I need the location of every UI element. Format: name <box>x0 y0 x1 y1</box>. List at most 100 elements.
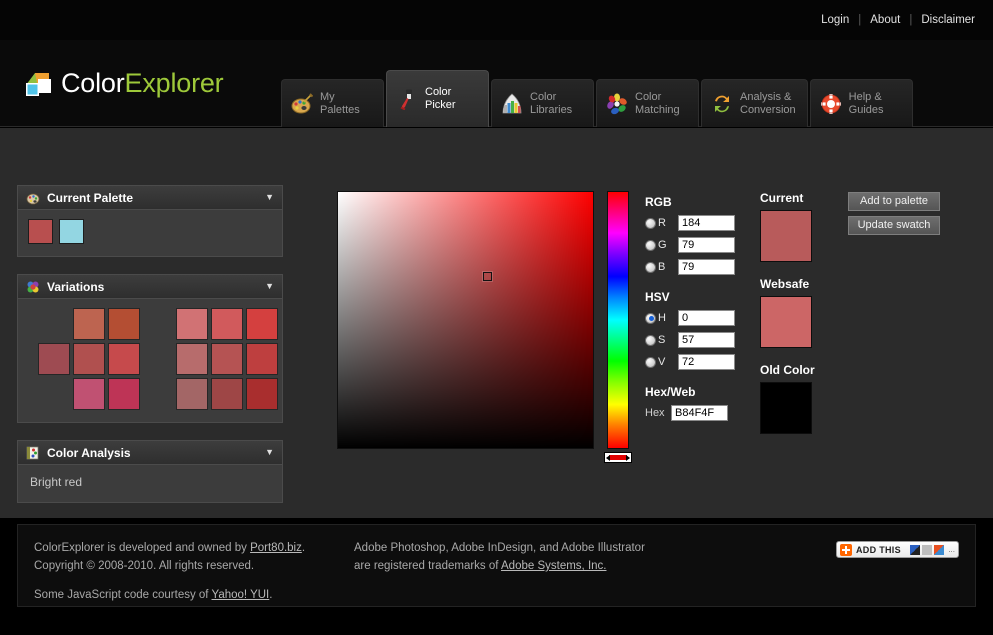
saturation-value-gradient[interactable] <box>337 191 594 449</box>
add-to-palette-button[interactable]: Add to palette <box>848 192 940 211</box>
about-link[interactable]: About <box>870 14 900 26</box>
adobe-systems-link[interactable]: Adobe Systems, Inc. <box>501 560 606 572</box>
panel-body-color-analysis: Bright red <box>17 465 283 503</box>
palette-icon <box>291 92 314 115</box>
footer-adobe-trademark-text: are registered trademarks of <box>354 560 502 572</box>
input-s[interactable] <box>678 332 735 348</box>
variation-swatch[interactable] <box>211 378 243 410</box>
logo-text-explorer: Explorer <box>124 68 224 98</box>
addthis-service-icons <box>910 544 945 555</box>
field-label-v: V <box>658 356 666 368</box>
radio-h[interactable] <box>645 312 656 324</box>
tab-analysis-conversion[interactable]: Analysis & Conversion <box>701 79 808 127</box>
field-row-v: V <box>645 353 745 371</box>
site-logo[interactable]: ColorExplorer <box>22 68 224 99</box>
variation-swatch[interactable] <box>211 343 243 375</box>
tab-help-guides[interactable]: Help & Guides <box>809 79 913 127</box>
field-label-hex: Hex <box>645 407 665 419</box>
footer-column-right: Adobe Photoshop, Adobe InDesign, and Ado… <box>354 539 645 575</box>
logo-text-color: Color <box>61 68 125 98</box>
footer-line-adobe-2: are registered trademarks of Adobe Syste… <box>354 557 645 575</box>
footer-owner-text: ColorExplorer is developed and owned by <box>34 542 251 554</box>
hue-slider-thumb[interactable] <box>604 452 632 463</box>
link-separator-1: | <box>858 14 862 26</box>
thumb-color-bar <box>609 455 627 460</box>
facebook-icon <box>922 544 933 555</box>
site-footer: ColorExplorer is developed and owned by … <box>17 524 976 607</box>
palette-swatch[interactable] <box>59 219 84 244</box>
rgb-group-title: RGB <box>645 195 672 209</box>
input-hex[interactable] <box>671 405 728 421</box>
top-links: Login | About | Disclaimer <box>821 14 975 26</box>
variation-swatch[interactable] <box>73 308 105 340</box>
tab-color-libraries[interactable]: Color Libraries <box>491 79 594 127</box>
variations-icon <box>26 280 40 294</box>
yahoo-yui-link[interactable]: Yahoo! YUI <box>212 589 270 601</box>
link-separator-2: | <box>909 14 913 26</box>
variation-swatch[interactable] <box>246 343 278 375</box>
radio-b[interactable] <box>645 261 656 273</box>
variation-swatch[interactable] <box>108 308 140 340</box>
variation-swatch[interactable] <box>176 378 208 410</box>
palette-swatch[interactable] <box>28 219 53 244</box>
field-row-hex: Hex <box>645 404 745 422</box>
addthis-widget[interactable]: ADD THIS ... <box>836 541 959 558</box>
radio-s[interactable] <box>645 334 656 346</box>
variation-swatch[interactable] <box>73 343 105 375</box>
input-r[interactable] <box>678 215 735 231</box>
preview-swatch-websafe[interactable] <box>760 296 812 348</box>
variation-swatch[interactable] <box>73 378 105 410</box>
radio-g[interactable] <box>645 239 656 251</box>
input-h[interactable] <box>678 310 735 326</box>
variation-swatch[interactable] <box>246 378 278 410</box>
chevron-down-icon[interactable]: ▼ <box>265 448 274 457</box>
preview-swatch-current[interactable] <box>760 210 812 262</box>
tab-label-color-libraries: Color Libraries <box>530 90 573 116</box>
preview-label-websafe: Websafe <box>760 277 810 291</box>
chevron-down-icon[interactable]: ▼ <box>265 193 274 202</box>
tab-label-analysis-conversion: Analysis & Conversion <box>740 90 796 116</box>
variation-swatch[interactable] <box>108 343 140 375</box>
color-analysis-text: Bright red <box>30 475 83 489</box>
variation-swatch[interactable] <box>211 308 243 340</box>
input-b[interactable] <box>678 259 735 275</box>
thumb-left-arrow-icon <box>606 454 610 461</box>
variation-swatch[interactable] <box>176 343 208 375</box>
radio-v[interactable] <box>645 356 656 368</box>
hue-slider[interactable] <box>607 191 629 449</box>
tab-color-picker[interactable]: Color Picker <box>386 70 489 127</box>
footer-copyright-text: Copyright © 2008-2010. All rights reserv… <box>34 560 255 572</box>
tab-label-my-palettes: My Palettes <box>320 90 360 116</box>
variation-swatch[interactable] <box>108 378 140 410</box>
variation-empty-cell <box>38 308 70 340</box>
footer-yui-period: . <box>269 589 273 601</box>
variation-swatch[interactable] <box>176 308 208 340</box>
input-v[interactable] <box>678 354 735 370</box>
sv-cursor-handle[interactable] <box>483 272 492 281</box>
site-header: ColorExplorer My Palettes Color Picker C… <box>0 40 993 127</box>
tab-color-matching[interactable]: Color Matching <box>596 79 699 127</box>
eyedropper-icon <box>396 88 418 111</box>
port80-link[interactable]: Port80.biz <box>250 542 302 554</box>
preview-label-old-color: Old Color <box>760 363 815 377</box>
login-link[interactable]: Login <box>821 14 849 26</box>
disclaimer-link[interactable]: Disclaimer <box>921 14 975 26</box>
addthis-plus-icon <box>840 543 852 556</box>
update-swatch-button[interactable]: Update swatch <box>848 216 940 235</box>
panel-header-current-palette[interactable]: Current Palette ▼ <box>17 185 283 210</box>
panel-header-color-analysis[interactable]: Color Analysis ▼ <box>17 440 283 465</box>
panel-body-variations <box>17 299 283 423</box>
radio-r[interactable] <box>645 217 656 229</box>
addthis-more-dots: ... <box>948 545 955 554</box>
field-label-s: S <box>658 334 666 346</box>
preview-swatch-old-color[interactable] <box>760 382 812 434</box>
variation-swatch[interactable] <box>246 308 278 340</box>
main-content: Current Palette ▼ Variations ▼ Color Ana… <box>0 155 993 518</box>
tab-my-palettes[interactable]: My Palettes <box>281 79 384 127</box>
panel-header-variations[interactable]: Variations ▼ <box>17 274 283 299</box>
variation-swatch[interactable] <box>38 343 70 375</box>
input-g[interactable] <box>678 237 735 253</box>
footer-line-yui: Some JavaScript code courtesy of Yahoo! … <box>34 586 305 604</box>
chevron-down-icon[interactable]: ▼ <box>265 282 274 291</box>
